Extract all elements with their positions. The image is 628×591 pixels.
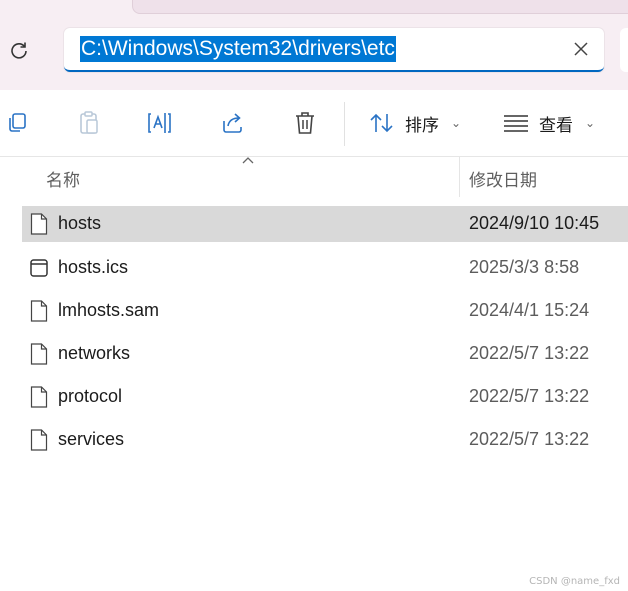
file-explorer-window: C:\Windows\System32\drivers\etc 排序 ⌄ 查看 … bbox=[0, 0, 628, 591]
file-date: 2025/3/3 8:58 bbox=[469, 257, 580, 277]
chevron-down-icon: ⌄ bbox=[585, 116, 596, 130]
list-item[interactable]: hosts.ics 2025/3/3 8:58 bbox=[22, 250, 628, 286]
address-bar[interactable]: C:\Windows\System32\drivers\etc bbox=[64, 28, 604, 72]
toolbar-divider bbox=[0, 156, 628, 157]
trash-icon bbox=[296, 112, 314, 134]
clear-address-button[interactable] bbox=[570, 38, 592, 60]
file-name: services bbox=[58, 429, 125, 449]
file-name: hosts.ics bbox=[58, 257, 129, 277]
share-button[interactable] bbox=[216, 108, 250, 138]
list-item[interactable]: protocol 2022/5/7 13:22 bbox=[22, 379, 628, 415]
tab-strip[interactable] bbox=[132, 0, 628, 14]
column-divider[interactable] bbox=[459, 157, 460, 197]
command-bar: 排序 ⌄ 查看 ⌄ bbox=[0, 90, 628, 156]
file-date: 2024/4/1 15:24 bbox=[469, 300, 590, 320]
view-label: 查看 bbox=[539, 115, 573, 136]
sort-icon bbox=[370, 113, 393, 133]
search-box-edge[interactable] bbox=[620, 28, 628, 72]
file-name: protocol bbox=[58, 386, 123, 406]
share-icon bbox=[223, 113, 242, 133]
file-icon bbox=[30, 429, 48, 451]
paste-button[interactable] bbox=[72, 108, 106, 138]
file-icon bbox=[30, 343, 48, 365]
column-header-name[interactable]: 名称 bbox=[46, 166, 80, 191]
file-name: lmhosts.sam bbox=[58, 300, 160, 320]
file-icon bbox=[30, 386, 48, 408]
refresh-icon bbox=[11, 42, 27, 59]
refresh-button[interactable] bbox=[4, 34, 34, 66]
paste-icon bbox=[80, 111, 98, 134]
list-item[interactable]: hosts 2024/9/10 10:45 bbox=[22, 206, 628, 242]
rename-icon bbox=[148, 113, 171, 133]
close-icon bbox=[574, 42, 588, 56]
sort-label: 排序 bbox=[405, 115, 439, 136]
list-item[interactable]: services 2022/5/7 13:22 bbox=[22, 422, 628, 458]
list-item[interactable]: networks 2022/5/7 13:22 bbox=[22, 336, 628, 372]
file-icon bbox=[30, 300, 48, 322]
list-item[interactable]: lmhosts.sam 2024/4/1 15:24 bbox=[22, 293, 628, 329]
sort-menu-button[interactable]: 排序 ⌄ bbox=[369, 108, 461, 138]
watermark-text: CSDN @name_fxd bbox=[529, 576, 620, 587]
column-header-date-modified[interactable]: 修改日期 bbox=[469, 166, 537, 191]
file-icon bbox=[30, 213, 48, 235]
sort-ascending-icon bbox=[242, 157, 254, 164]
window-file-icon bbox=[30, 259, 48, 277]
file-name: hosts bbox=[58, 213, 102, 233]
file-date: 2022/5/7 13:22 bbox=[469, 386, 590, 406]
copy-button[interactable] bbox=[0, 108, 34, 138]
toolbar-separator bbox=[344, 102, 345, 146]
file-date: 2022/5/7 13:22 bbox=[469, 429, 590, 449]
view-menu-button[interactable]: 查看 ⌄ bbox=[503, 108, 595, 138]
copy-icon bbox=[9, 113, 26, 132]
file-date: 2022/5/7 13:22 bbox=[469, 343, 590, 363]
file-name: networks bbox=[58, 343, 131, 363]
file-date: 2024/9/10 10:45 bbox=[469, 213, 600, 233]
rename-button[interactable] bbox=[143, 108, 177, 138]
view-list-icon bbox=[504, 115, 528, 132]
delete-button[interactable] bbox=[288, 108, 322, 138]
chevron-down-icon: ⌄ bbox=[451, 116, 462, 130]
address-path-text[interactable]: C:\Windows\System32\drivers\etc bbox=[80, 36, 396, 62]
